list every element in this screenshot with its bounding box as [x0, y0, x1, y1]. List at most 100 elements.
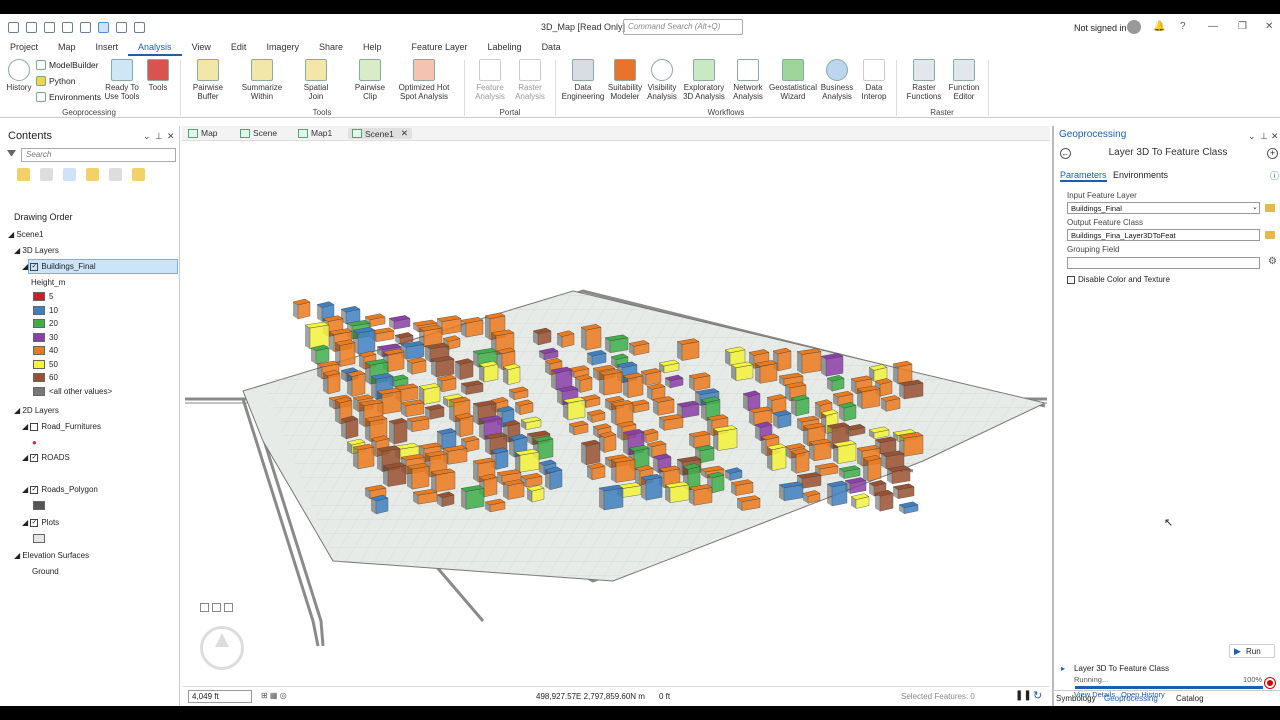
pane-menu-icon[interactable]: ⌄: [143, 131, 151, 142]
feature-analysis-button[interactable]: Feature Analysis: [470, 59, 510, 101]
view-tab-scene[interactable]: Scene: [240, 128, 277, 138]
tools-button[interactable]: Tools: [144, 59, 172, 92]
refresh-icon[interactable]: ↻: [1033, 689, 1042, 702]
folder-icon[interactable]: [1265, 231, 1275, 239]
minimize-icon[interactable]: —: [1208, 21, 1218, 32]
view-tab-map1[interactable]: Map1: [298, 128, 332, 138]
open-project-icon[interactable]: [26, 21, 37, 33]
road-furnitures-checkbox[interactable]: [30, 422, 39, 431]
geostatistical-wizard-button[interactable]: Geostatistical Wizard: [767, 59, 819, 101]
redo-icon[interactable]: [80, 21, 91, 33]
bottom-tab-geoprocessing[interactable]: Geoprocessing: [1104, 694, 1158, 703]
tree-plots[interactable]: ◢ ✓ Plots: [22, 518, 59, 527]
explore-tool-icon[interactable]: [98, 21, 109, 33]
labeling-icon[interactable]: [132, 168, 145, 181]
pin-icon[interactable]: ⊥: [1260, 131, 1268, 142]
tree-roads-polygon[interactable]: ◢ ✓ Roads_Polygon: [22, 485, 98, 494]
tree-elevation-surfaces[interactable]: ◢ Elevation Surfaces: [14, 551, 89, 560]
tree-scene[interactable]: ◢ Scene1: [8, 230, 44, 239]
folder-icon[interactable]: [1265, 204, 1275, 212]
nav-up-icon[interactable]: [200, 603, 209, 612]
grouping-field-select[interactable]: [1067, 257, 1260, 269]
exploratory-3d-analysis-button[interactable]: Exploratory 3D Analysis: [679, 59, 729, 101]
tab-insert[interactable]: Insert: [86, 40, 129, 56]
close-icon[interactable]: ✕: [1265, 21, 1273, 32]
tree-ground[interactable]: Ground: [32, 567, 59, 576]
view-tab-map[interactable]: Map: [188, 128, 218, 138]
tab-map[interactable]: Map: [48, 40, 86, 56]
raster-analysis-button[interactable]: Raster Analysis: [510, 59, 550, 101]
function-editor-button[interactable]: Function Editor: [944, 59, 984, 101]
ready-to-use-tools-button[interactable]: Ready To Use Tools: [102, 59, 142, 101]
expand-icon[interactable]: ▸: [1061, 664, 1065, 673]
tab-feature-layer[interactable]: Feature Layer: [402, 40, 478, 56]
raster-functions-button[interactable]: Raster Functions: [902, 59, 946, 101]
avatar[interactable]: [1127, 20, 1141, 34]
person-icon[interactable]: [224, 603, 233, 612]
pane-menu-icon[interactable]: ⌄: [1248, 131, 1256, 142]
data-interop-button[interactable]: Data Interop: [855, 59, 893, 101]
gear-icon[interactable]: ⚙: [1268, 256, 1277, 267]
contents-search-input[interactable]: Search: [21, 148, 176, 162]
suitability-modeler-button[interactable]: Suitability Modeler: [605, 59, 645, 101]
python-button[interactable]: Python: [36, 76, 75, 86]
restore-icon[interactable]: ❐: [1238, 21, 1247, 32]
tab-data[interactable]: Data: [532, 40, 571, 56]
undo-icon[interactable]: [62, 21, 73, 33]
tree-road-furnitures[interactable]: ◢ Road_Furnitures: [22, 422, 101, 431]
tree-buildings-final[interactable]: ◢ ✓ Buildings_Final: [22, 262, 96, 271]
tab-view[interactable]: View: [182, 40, 221, 56]
disable-color-texture-option[interactable]: Disable Color and Texture: [1067, 275, 1170, 284]
pin-icon[interactable]: ⊥: [155, 131, 163, 142]
selection-icon[interactable]: [63, 168, 76, 181]
filter-icon[interactable]: [7, 150, 16, 159]
tab-edit[interactable]: Edit: [221, 40, 257, 56]
command-search-input[interactable]: Command Search (Alt+Q): [623, 19, 743, 35]
bell-icon[interactable]: 🔔: [1153, 21, 1165, 32]
compass-icon[interactable]: [200, 626, 244, 670]
navigator-control[interactable]: [200, 603, 244, 670]
environments-button[interactable]: Environments: [36, 92, 101, 102]
editing-icon[interactable]: [86, 168, 99, 181]
data-engineering-button[interactable]: Data Engineering: [559, 59, 607, 101]
drawing-order-icon[interactable]: [17, 168, 30, 181]
tree-2d-layers[interactable]: ◢ 2D Layers: [14, 406, 59, 415]
optimized-hot-spot-button[interactable]: Optimized Hot Spot Analysis: [396, 59, 452, 101]
new-project-icon[interactable]: [8, 21, 19, 33]
tab-analysis[interactable]: Analysis: [128, 40, 182, 56]
spatial-join-button[interactable]: Spatial Join: [294, 59, 338, 101]
input-feature-layer-select[interactable]: Buildings_Final: [1067, 202, 1260, 214]
visibility-analysis-button[interactable]: Visibility Analysis: [643, 59, 681, 101]
tab-parameters[interactable]: Parameters: [1060, 170, 1107, 182]
zoom-tool-icon[interactable]: [116, 21, 127, 33]
tab-help[interactable]: Help: [353, 40, 392, 56]
pause-icon[interactable]: ❚❚: [1015, 690, 1032, 701]
modelbuilder-button[interactable]: ModelBuilder: [36, 60, 99, 70]
tab-environments[interactable]: Environments: [1113, 170, 1168, 180]
scale-input[interactable]: 4,049 ft: [188, 690, 252, 703]
tree-3d-layers[interactable]: ◢ 3D Layers: [14, 246, 59, 255]
network-analysis-button[interactable]: Network Analysis: [727, 59, 769, 101]
scene-view[interactable]: [183, 141, 1049, 686]
buildings-checkbox[interactable]: ✓: [30, 262, 39, 271]
sign-in-status[interactable]: Not signed in: [1074, 23, 1127, 33]
save-icon[interactable]: [44, 21, 55, 33]
view-tab-scene1[interactable]: Scene1 ✕: [348, 128, 412, 139]
full-extent-icon[interactable]: [212, 603, 221, 612]
roads-checkbox[interactable]: ✓: [30, 453, 39, 462]
bottom-tab-catalog[interactable]: Catalog: [1176, 694, 1204, 703]
close-pane-icon[interactable]: ✕: [167, 131, 175, 142]
measure-icons[interactable]: ⊞ ▦ ◎: [261, 691, 287, 700]
data-source-icon[interactable]: [40, 168, 53, 181]
disable-color-texture-checkbox[interactable]: [1067, 275, 1075, 284]
tab-imagery[interactable]: Imagery: [256, 40, 309, 56]
tab-labeling[interactable]: Labeling: [478, 40, 532, 56]
help-icon[interactable]: ?: [1180, 21, 1186, 32]
summarize-within-button[interactable]: Summarize Within: [240, 59, 284, 101]
add-icon[interactable]: +: [1267, 148, 1278, 159]
business-analysis-button[interactable]: Business Analysis: [817, 59, 857, 101]
tab-share[interactable]: Share: [309, 40, 353, 56]
tab-project[interactable]: Project: [0, 40, 48, 56]
history-button[interactable]: History: [5, 59, 33, 92]
city-3d-scene[interactable]: [183, 141, 1049, 686]
